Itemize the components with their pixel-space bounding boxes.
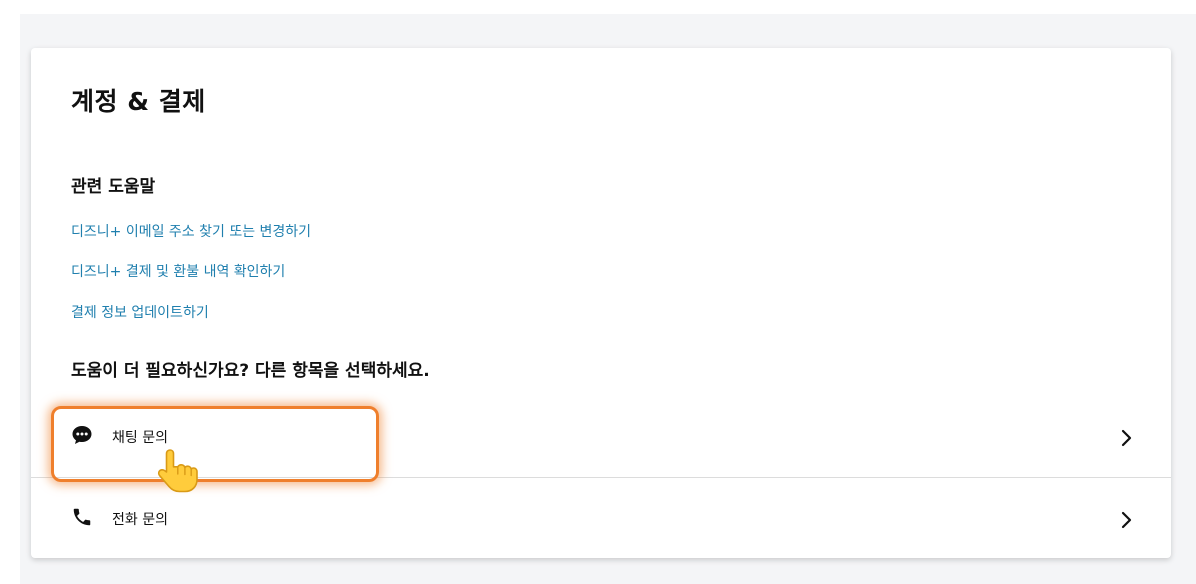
chat-support-option[interactable]: 채팅 문의	[31, 397, 1171, 477]
help-card: 계정 & 결제 관련 도움말 디즈니+ 이메일 주소 찾기 또는 변경하기 디즈…	[31, 48, 1171, 558]
chat-support-label: 채팅 문의	[112, 430, 168, 446]
chevron-right-icon	[1120, 511, 1134, 529]
chat-bubble-icon	[71, 424, 93, 446]
phone-support-label: 전화 문의	[112, 512, 168, 528]
more-help-heading: 도움이 더 필요하신가요? 다른 항목을 선택하세요.	[71, 361, 430, 381]
page-title: 계정 & 결제	[71, 87, 206, 116]
phone-icon	[71, 506, 93, 528]
related-help-heading: 관련 도움말	[71, 177, 156, 197]
help-link-email[interactable]: 디즈니+ 이메일 주소 찾기 또는 변경하기	[71, 221, 311, 241]
chevron-right-icon	[1120, 429, 1134, 447]
help-link-billing-history[interactable]: 디즈니+ 결제 및 환불 내역 확인하기	[71, 261, 285, 281]
phone-support-option[interactable]: 전화 문의	[31, 478, 1171, 558]
help-link-update-payment[interactable]: 결제 정보 업데이트하기	[71, 302, 209, 322]
